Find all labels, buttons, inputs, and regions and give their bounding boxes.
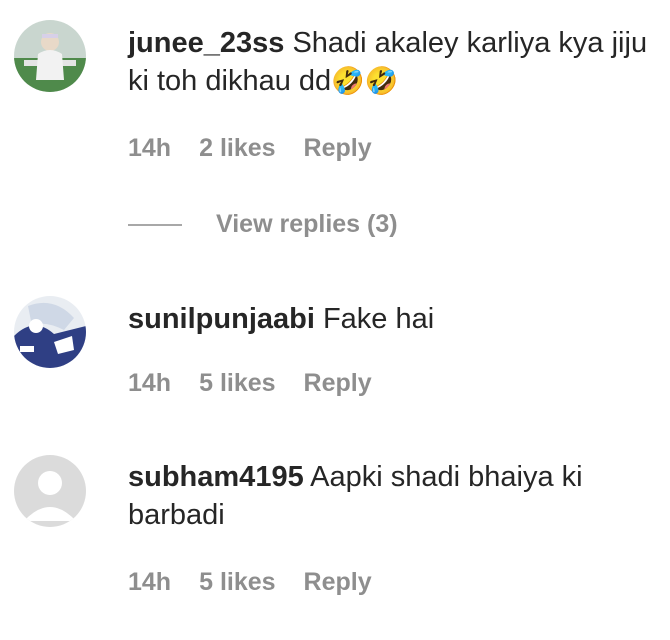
comment-text: Fake hai: [322, 303, 435, 335]
avatar[interactable]: [14, 20, 86, 92]
likes-count[interactable]: 5 likes: [199, 568, 275, 597]
user-photo-icon: [14, 20, 86, 92]
likes-count[interactable]: 2 likes: [199, 134, 275, 163]
avatar[interactable]: [14, 296, 86, 368]
user-photo-icon: [14, 296, 86, 368]
comment-username[interactable]: junee_23ss: [128, 27, 284, 59]
reply-button[interactable]: Reply: [304, 134, 372, 163]
view-replies-label: View replies (3): [216, 210, 398, 238]
comment-time: 14h: [128, 369, 172, 397]
comment-username[interactable]: sunilpunjaabi: [128, 303, 315, 335]
comment-username[interactable]: subham4195: [128, 461, 304, 493]
comment-meta: 14h 5 likes Reply: [128, 568, 372, 597]
default-avatar-icon: [14, 455, 86, 527]
reply-button[interactable]: Reply: [304, 568, 372, 597]
reply-button[interactable]: Reply: [304, 369, 372, 398]
view-replies-divider: [128, 223, 182, 226]
comment-text-block: subham4195 Aapki shadi bhaiya ki barbadi: [128, 458, 648, 534]
comment-emoji: 🤣🤣: [331, 66, 399, 96]
comment-meta: 14h 2 likes Reply: [128, 134, 372, 163]
avatar[interactable]: [14, 455, 86, 527]
likes-count[interactable]: 5 likes: [199, 369, 275, 398]
comment-time: 14h: [128, 568, 172, 596]
comment-meta: 14h 5 likes Reply: [128, 369, 372, 398]
comment-text-block: sunilpunjaabi Fake hai: [128, 300, 648, 338]
comment-time: 14h: [128, 134, 172, 162]
view-replies-button[interactable]: View replies (3): [128, 210, 398, 239]
comment-text-block: junee_23ss Shadi akaley karliya kya jiju…: [128, 24, 648, 100]
